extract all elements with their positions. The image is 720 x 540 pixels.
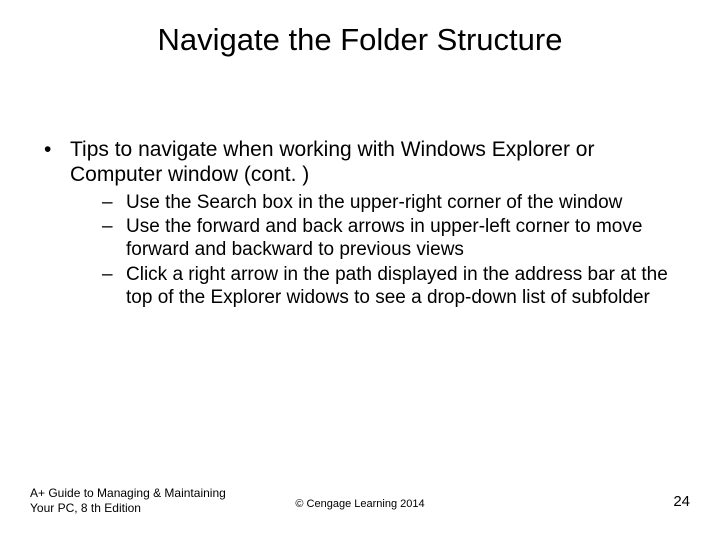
slide-body: Tips to navigate when working with Windo… — [30, 138, 690, 312]
bullet-list-level1: Tips to navigate when working with Windo… — [30, 138, 690, 310]
footer-copyright: © Cengage Learning 2014 — [30, 498, 690, 510]
slide: Navigate the Folder Structure Tips to na… — [0, 0, 720, 540]
sub-bullet-text: Use the Search box in the upper-right co… — [126, 192, 622, 213]
sub-bullet-text: Use the forward and back arrows in upper… — [126, 216, 642, 260]
bullet-text: Tips to navigate when working with Windo… — [70, 138, 594, 186]
bullet-list-level2: Use the Search box in the upper-right co… — [70, 192, 690, 310]
sub-bullet-item: Click a right arrow in the path displaye… — [70, 264, 690, 310]
footer-page-number: 24 — [673, 493, 690, 510]
slide-title: Navigate the Folder Structure — [0, 22, 720, 58]
sub-bullet-item: Use the Search box in the upper-right co… — [70, 192, 690, 215]
bullet-item: Tips to navigate when working with Windo… — [30, 138, 690, 310]
sub-bullet-item: Use the forward and back arrows in upper… — [70, 216, 690, 262]
sub-bullet-text: Click a right arrow in the path displaye… — [126, 264, 668, 308]
